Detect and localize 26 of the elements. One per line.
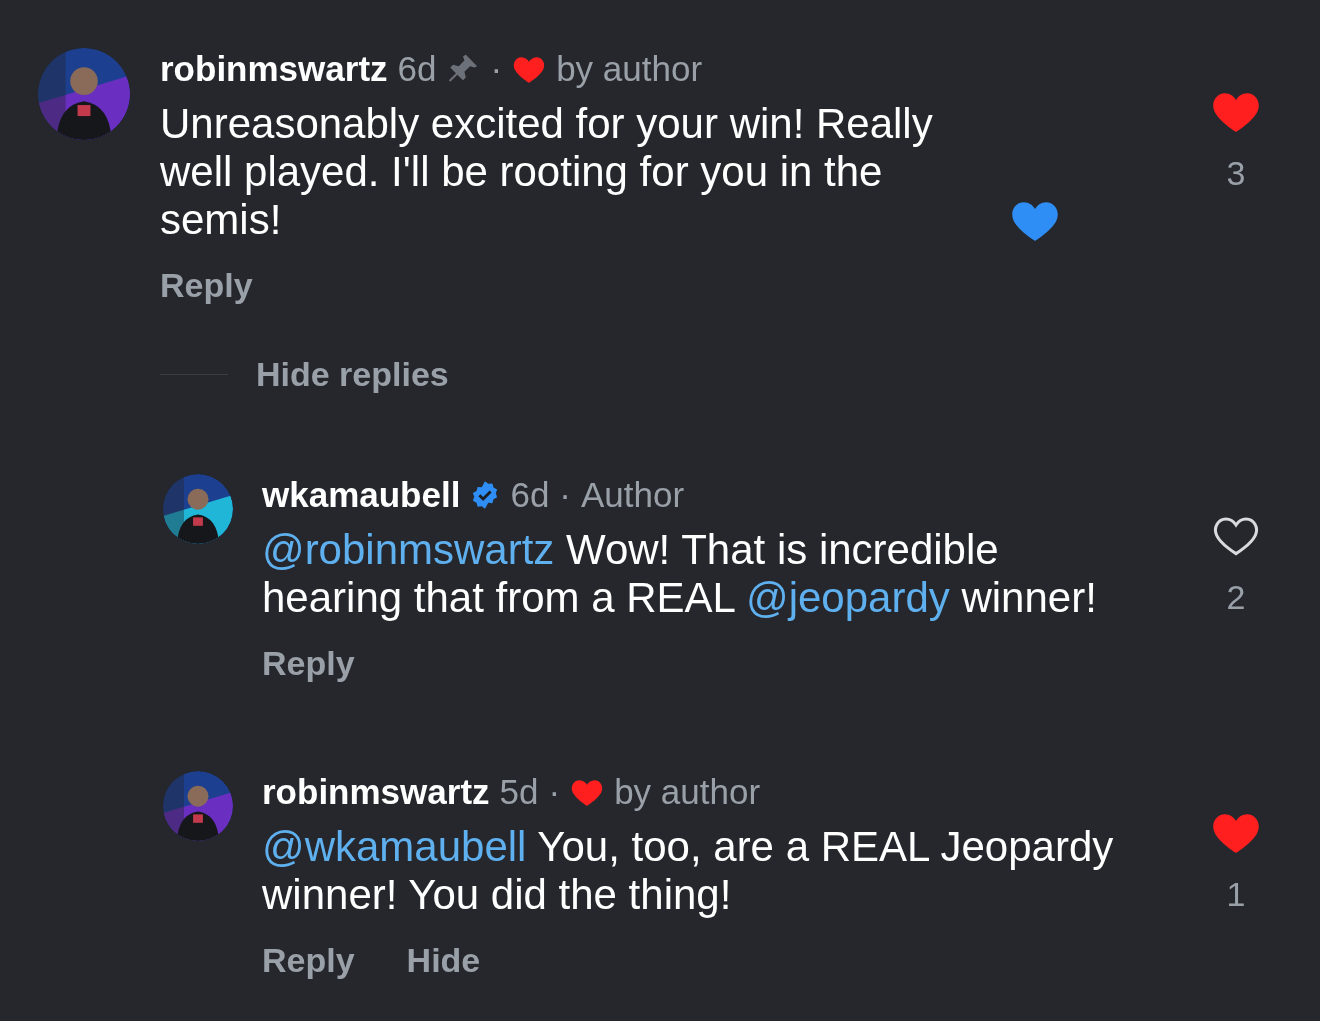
like-count: 3	[1226, 154, 1246, 193]
mention-link[interactable]: @robinmswartz	[262, 526, 555, 573]
comment-action-button[interactable]: Hide	[406, 941, 481, 980]
username[interactable]: robinmswartz	[160, 48, 388, 90]
username[interactable]: wkamaubell	[262, 474, 461, 516]
liked-by-author-label: by author	[556, 48, 703, 90]
comment-text: Unreasonably excited for your win! Really well played. I'll be rooting for you in the semis!	[160, 100, 934, 244]
like-count: 1	[1226, 875, 1246, 914]
comment-action-button[interactable]: Reply	[262, 941, 355, 980]
mention-link[interactable]: @wkamaubell	[262, 823, 527, 870]
separator-dot: ·	[548, 771, 561, 813]
comment-action-button[interactable]: Reply	[262, 644, 355, 683]
comment-action-button[interactable]: Reply	[160, 266, 253, 305]
comment-text: @robinmswartz Wow! That is incredible hearing that from a REAL @jeopardy winner!	[262, 526, 1098, 622]
timestamp: 6d	[397, 48, 437, 90]
author-label: Author	[581, 474, 685, 516]
mention-link[interactable]: @jeopardy	[746, 574, 950, 621]
separator-dot: ·	[490, 48, 503, 90]
timestamp: 6d	[510, 474, 550, 516]
liked-by-author-label: by author	[614, 771, 761, 813]
hide-replies-button[interactable]: Hide replies	[256, 355, 449, 394]
comment-text: @wkamaubell You, too, are a REAL Jeopardy winner! You did the thing!	[262, 823, 1115, 919]
username[interactable]: robinmswartz	[262, 771, 490, 813]
timestamp: 5d	[499, 771, 539, 813]
separator-dot: ·	[559, 474, 571, 516]
like-count: 2	[1226, 578, 1246, 617]
